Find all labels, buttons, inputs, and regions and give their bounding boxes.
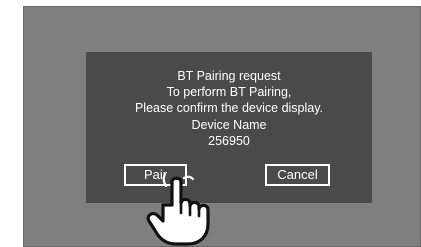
device-name-label: Device Name bbox=[191, 117, 267, 132]
dialog-title: BT Pairing request bbox=[177, 69, 281, 83]
dialog-confirm-text: Please confirm the device display. bbox=[134, 101, 324, 116]
device-name-value: 256950 bbox=[208, 133, 250, 148]
dialog-instruction: To perform BT Pairing, bbox=[166, 85, 292, 100]
dialog-message: BT Pairing request To perform BT Pairing… bbox=[86, 68, 372, 149]
pointing-hand-icon bbox=[146, 172, 210, 246]
cancel-button[interactable]: Cancel bbox=[265, 164, 330, 186]
